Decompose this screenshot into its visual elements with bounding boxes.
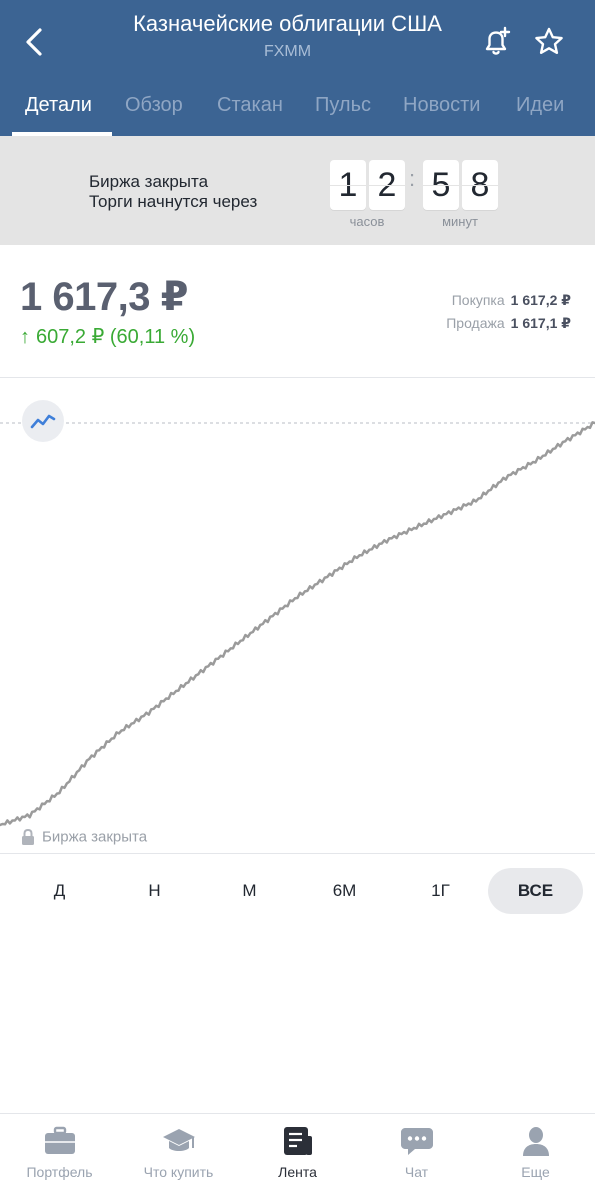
nav-what-to-buy[interactable]: Что купить — [119, 1114, 238, 1200]
briefcase-icon — [45, 1126, 75, 1154]
countdown-minutes-digit-1: 5 — [423, 160, 459, 210]
person-icon — [523, 1127, 549, 1156]
graduation-cap-icon — [163, 1129, 195, 1151]
price-line — [0, 421, 595, 827]
tab-news[interactable]: Новости — [403, 90, 480, 120]
price-chart[interactable]: Биржа закрыта — [0, 378, 595, 853]
price-change-value: 607,2 ₽ (60,11 %) — [36, 326, 196, 348]
buy-value: 1 617,2 ₽ — [510, 292, 571, 308]
favorite-button[interactable] — [531, 24, 567, 60]
chart-market-closed-note: Биржа закрыта — [20, 828, 147, 846]
period-all[interactable]: ВСЕ — [488, 868, 583, 914]
market-status-banner: Биржа закрыта Торги начнутся через 1 2 :… — [0, 136, 595, 245]
line-chart-icon — [30, 414, 56, 429]
star-icon — [535, 27, 563, 54]
nav-chat-label: Чат — [404, 1164, 429, 1180]
price-change: ↑ 607,2 ₽ (60,11 %) — [20, 324, 195, 350]
bell-plus-icon — [485, 26, 511, 55]
countdown-minutes-digit-2: 8 — [462, 160, 498, 210]
current-price: 1 617,3 ₽ — [20, 275, 188, 319]
trading-starts-text: Торги начнутся через — [89, 192, 258, 211]
divider — [0, 853, 595, 854]
news-feed-icon — [284, 1127, 312, 1155]
ticker-label: FXMM — [263, 43, 312, 60]
lock-icon — [22, 829, 34, 846]
bottom-navigation: Портфель Что купить Лента Чат Еще — [0, 1113, 595, 1200]
period-year[interactable]: 1Г — [393, 868, 488, 914]
nav-more[interactable]: Еще — [476, 1114, 595, 1200]
add-alert-button[interactable] — [478, 24, 514, 60]
arrow-up-icon: ↑ — [20, 326, 30, 348]
market-closed-text: Биржа закрыта — [89, 172, 209, 191]
tab-overview[interactable]: Обзор — [125, 90, 183, 120]
price-chart-svg — [0, 421, 595, 827]
buy-label: Покупка — [451, 292, 505, 308]
hours-label: часов — [349, 214, 385, 229]
tab-details[interactable]: Детали — [25, 90, 92, 120]
buy-quote: Покупка 1 617,2 ₽ — [452, 291, 571, 309]
page-title: Казначейские облигации США — [133, 11, 442, 36]
period-week[interactable]: Н — [107, 868, 202, 914]
period-month[interactable]: М — [202, 868, 297, 914]
tab-order-book[interactable]: Стакан — [217, 90, 283, 120]
nav-feed-label: Лента — [278, 1164, 317, 1180]
countdown-hours-digit-1: 1 — [330, 160, 366, 210]
sell-label: Продажа — [446, 315, 505, 331]
sell-value: 1 617,1 ₽ — [510, 315, 571, 331]
nav-feed[interactable]: Лента — [238, 1114, 357, 1200]
nav-more-label: Еще — [521, 1164, 550, 1180]
tab-bar: Детали Обзор Стакан Пульс Новости Идеи — [0, 80, 595, 136]
chevron-left-icon — [26, 28, 42, 56]
tab-ideas[interactable]: Идеи — [516, 90, 564, 120]
period-selector: Д Н М 6М 1Г ВСЕ — [0, 868, 595, 914]
chart-type-toggle[interactable] — [22, 400, 64, 442]
period-day[interactable]: Д — [12, 868, 107, 914]
nav-chat[interactable]: Чат — [357, 1114, 476, 1200]
nav-what-to-buy-label: Что купить — [143, 1164, 214, 1180]
period-6-months[interactable]: 6М — [297, 868, 392, 914]
tab-pulse[interactable]: Пульс — [315, 90, 371, 120]
minutes-label: минут — [442, 214, 478, 229]
chat-bubble-icon — [401, 1128, 433, 1155]
app-header: Казначейские облигации США FXMM Детали О… — [0, 0, 595, 136]
nav-portfolio[interactable]: Портфель — [0, 1114, 119, 1200]
sell-quote: Продажа 1 617,1 ₽ — [446, 314, 571, 332]
countdown-separator: : — [409, 166, 416, 191]
chart-closed-text: Биржа закрыта — [42, 828, 148, 846]
nav-portfolio-label: Портфель — [26, 1164, 93, 1180]
countdown-hours-digit-2: 2 — [369, 160, 405, 210]
back-button[interactable] — [18, 22, 54, 62]
